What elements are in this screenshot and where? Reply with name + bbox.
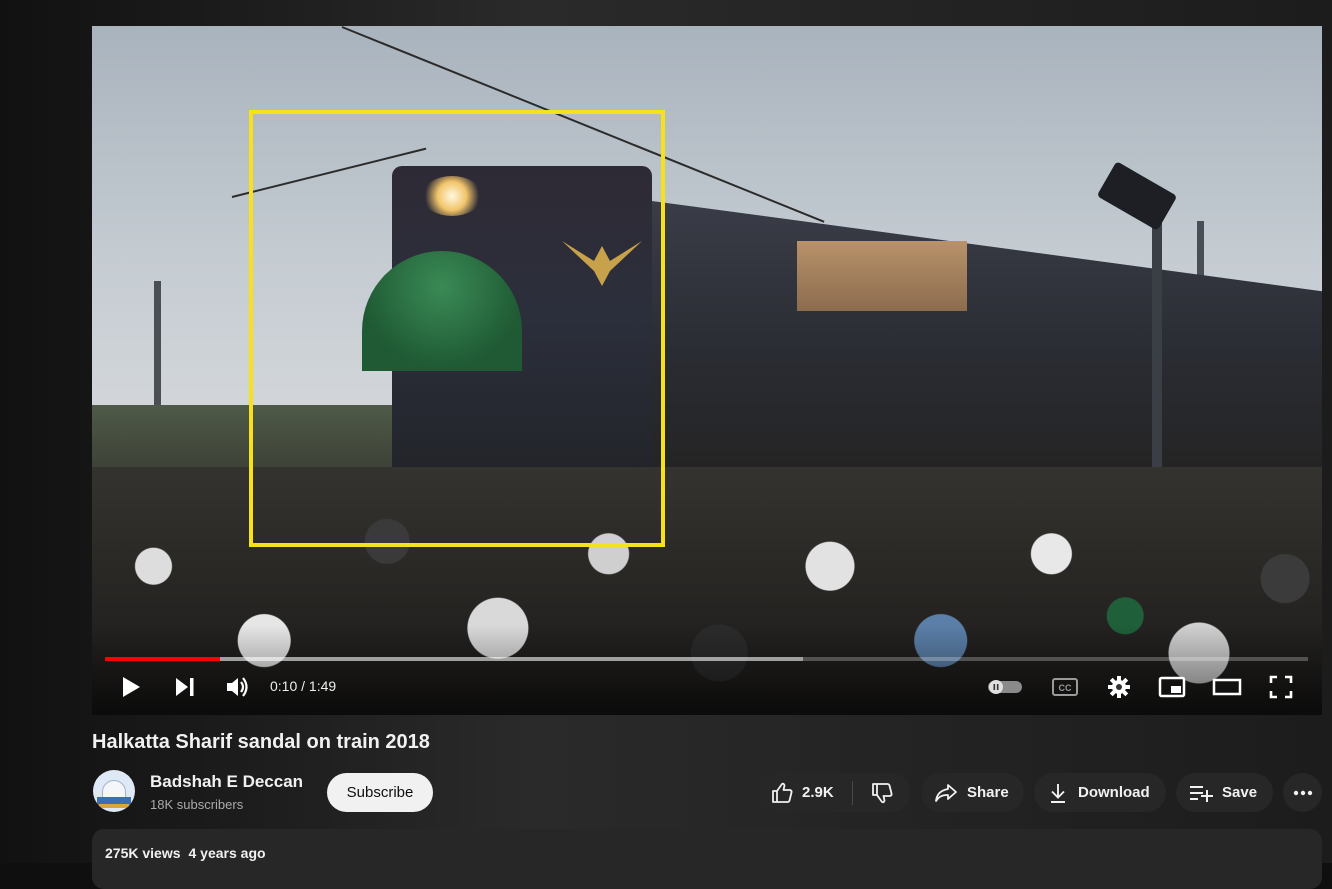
captions-icon: CC (1052, 678, 1078, 696)
miniplayer-icon (1158, 676, 1186, 698)
theater-mode-button[interactable] (1211, 673, 1243, 701)
avatar-dome-shape (102, 780, 126, 798)
time-total: 1:49 (308, 678, 337, 694)
share-button[interactable]: Share (921, 773, 1024, 812)
play-icon (123, 677, 140, 697)
description-box[interactable]: 275K views 4 years ago (92, 829, 1322, 889)
upload-age: 4 years ago (188, 845, 266, 861)
autoplay-toggle-icon (988, 680, 1022, 694)
subscribe-button[interactable]: Subscribe (327, 773, 433, 812)
time-display: 0:10 / 1:49 (270, 678, 336, 694)
more-horizontal-icon (1293, 790, 1312, 795)
progress-bar[interactable] (105, 657, 1308, 661)
playlist-add-icon (1190, 785, 1213, 802)
time-current: 0:10 (270, 678, 298, 694)
highlight-box (249, 110, 665, 547)
coach-board (797, 241, 967, 311)
description-meta: 275K views 4 years ago (105, 845, 266, 861)
download-label: Download (1078, 784, 1150, 801)
video-player[interactable]: 0:10 / 1:49 CC (92, 26, 1322, 715)
controls-gradient (92, 625, 1322, 715)
subscriber-count: 18K subscribers (150, 797, 244, 812)
share-arrow-icon (935, 783, 957, 802)
like-dislike-group: 2.9K (758, 773, 911, 812)
fullscreen-button[interactable] (1267, 673, 1295, 701)
avatar-gold-band (99, 804, 129, 808)
view-count: 275K views (105, 845, 181, 861)
video-title: Halkatta Sharif sandal on train 2018 (92, 731, 430, 753)
save-button[interactable]: Save (1176, 773, 1273, 812)
channel-avatar[interactable] (93, 770, 135, 812)
save-label: Save (1222, 784, 1258, 801)
volume-button[interactable] (224, 673, 250, 701)
channel-name[interactable]: Badshah E Deccan (150, 772, 303, 792)
more-actions-button[interactable] (1283, 773, 1322, 812)
autoplay-toggle[interactable] (986, 673, 1024, 701)
share-label: Share (967, 784, 1009, 801)
miniplayer-button[interactable] (1157, 673, 1187, 701)
download-button[interactable]: Download (1034, 773, 1166, 812)
dislike-button[interactable] (853, 773, 911, 812)
like-button[interactable]: 2.9K (758, 773, 852, 812)
like-count: 2.9K (802, 784, 834, 801)
progress-played (105, 657, 221, 661)
captions-button[interactable]: CC (1050, 673, 1080, 701)
settings-gear-icon (1108, 676, 1130, 698)
time-separator: / (297, 678, 309, 694)
download-icon (1051, 783, 1065, 803)
signal-post (1152, 196, 1162, 476)
thumbs-up-icon (772, 782, 793, 803)
play-button[interactable] (118, 673, 144, 701)
volume-icon (227, 677, 248, 697)
fullscreen-icon (1269, 675, 1293, 699)
theater-mode-icon (1212, 678, 1242, 696)
svg-text:CC: CC (1059, 683, 1072, 693)
next-button[interactable] (172, 673, 198, 701)
thumbs-down-icon (872, 782, 893, 803)
next-icon (176, 678, 194, 696)
settings-button[interactable] (1104, 673, 1134, 701)
